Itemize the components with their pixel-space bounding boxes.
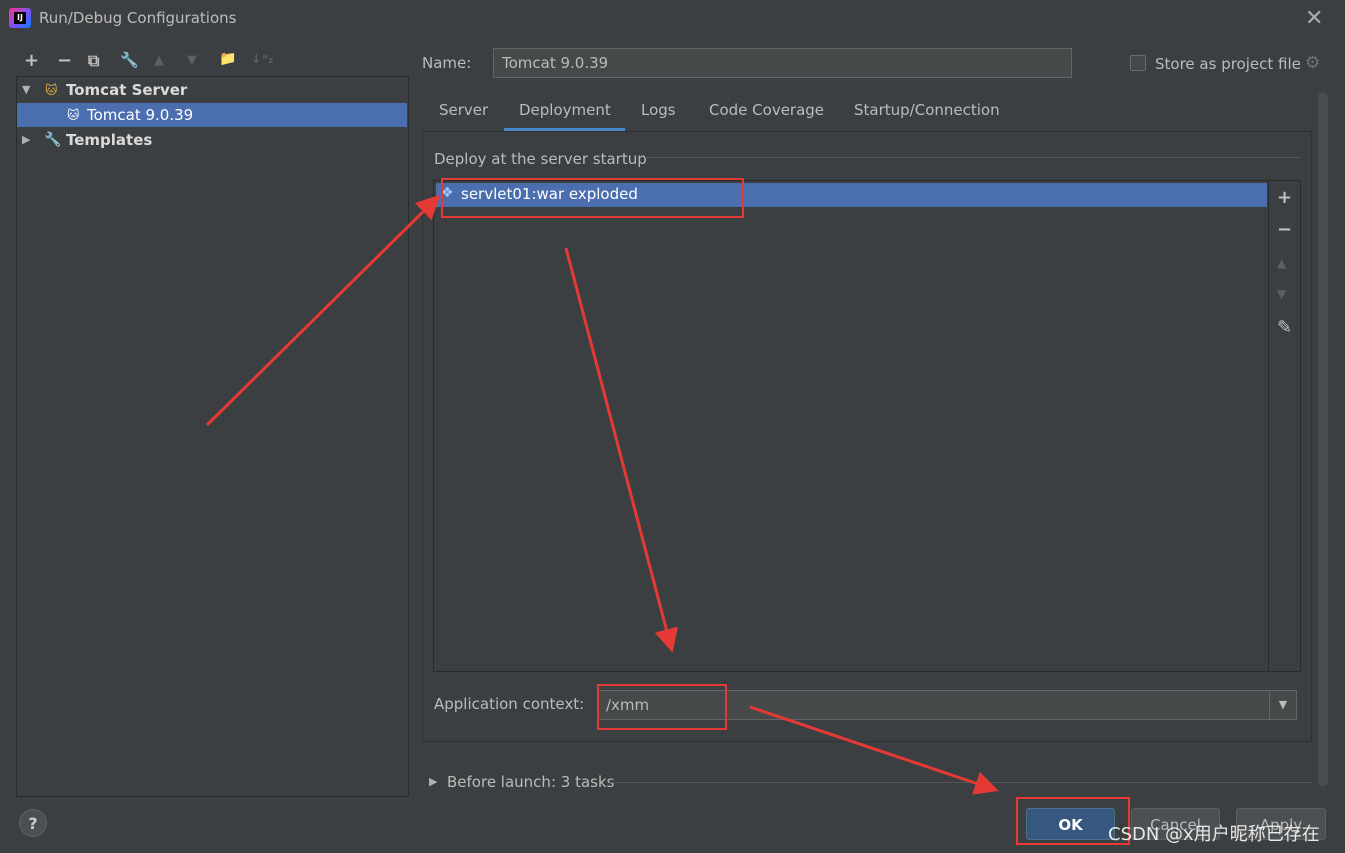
annotation-arrows: [205, 194, 999, 795]
arrow-down-to-context: [564, 247, 679, 653]
watermark: CSDN @x用户昵称已存在: [1108, 824, 1320, 845]
arrow-to-artifact: [205, 194, 441, 427]
arrow-to-ok: [749, 705, 999, 795]
